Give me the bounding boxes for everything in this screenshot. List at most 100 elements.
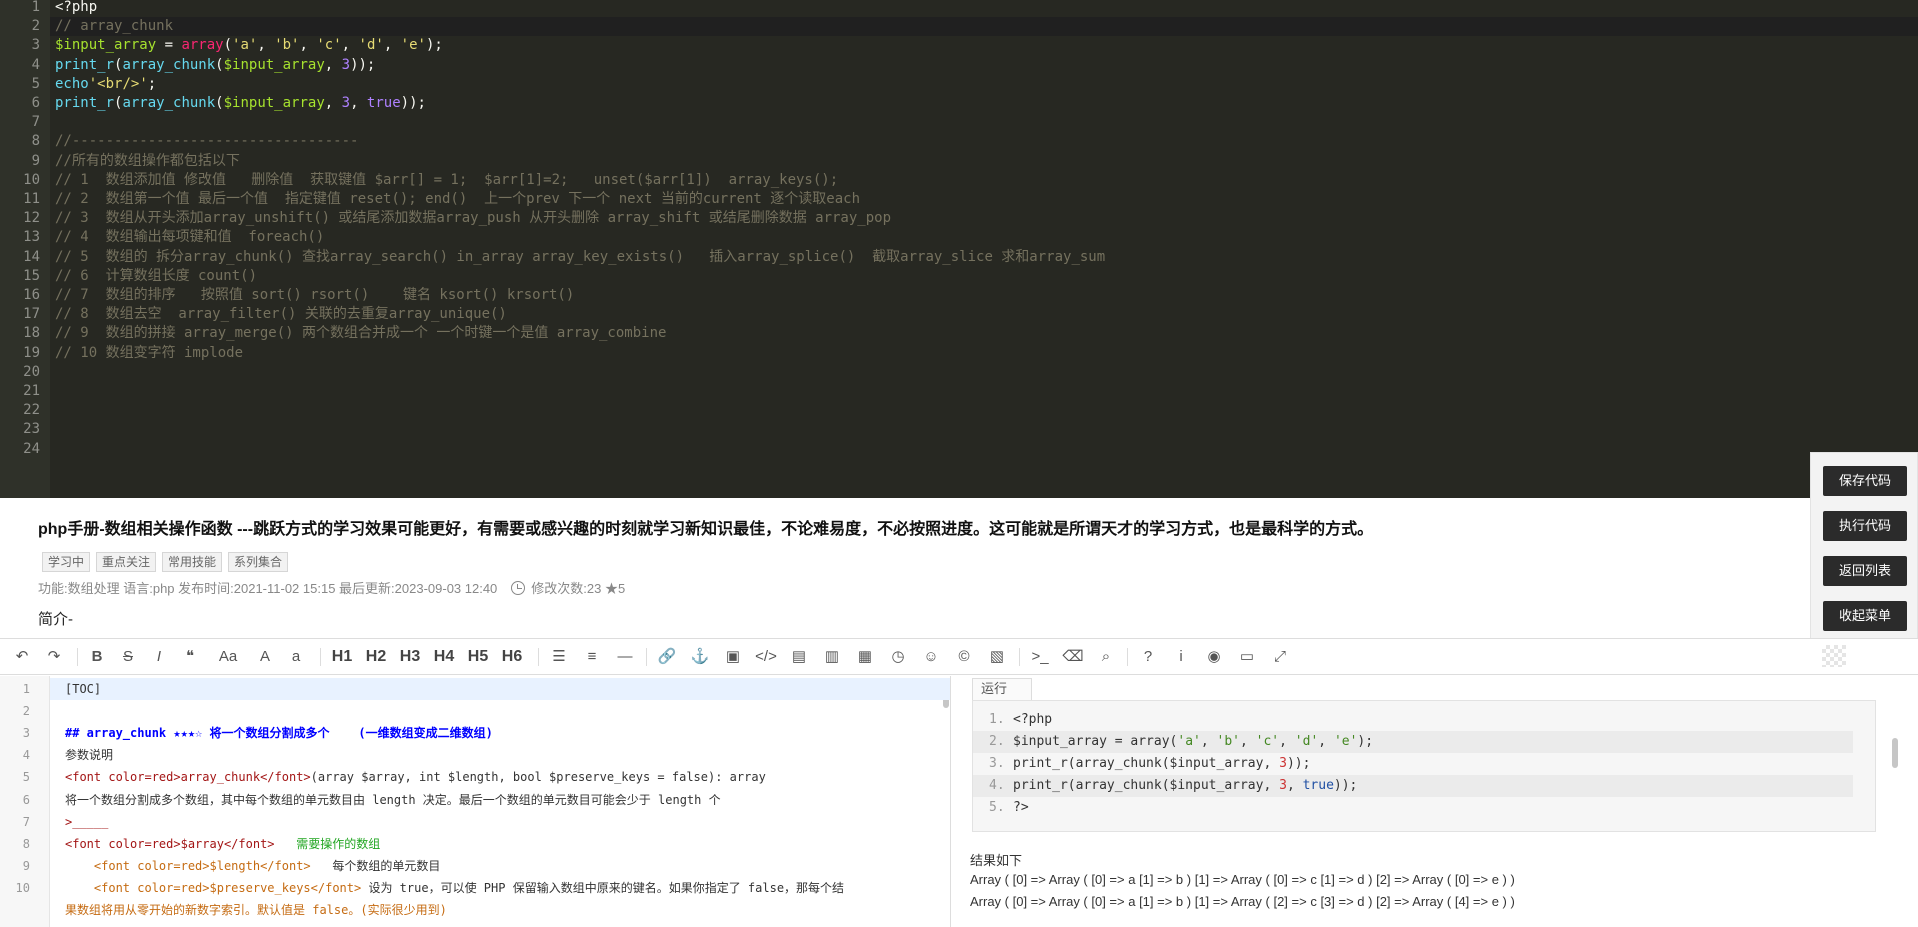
emoji-icon[interactable]: ☺: [920, 647, 942, 667]
info-icon[interactable]: i: [1170, 647, 1192, 667]
code-line[interactable]: // 2 数组第一个值 最后一个值 指定键值 reset(); end() 上一…: [55, 190, 860, 209]
uppercase-button[interactable]: Aa: [214, 647, 242, 667]
code-line[interactable]: // array_chunk: [50, 17, 1918, 37]
markdown-line[interactable]: <font color=red>array_chunk</font>(array…: [65, 766, 766, 788]
h2-button[interactable]: H2: [365, 647, 387, 667]
line-number: 6: [31, 95, 40, 111]
search-icon[interactable]: ⌕: [1095, 647, 1117, 667]
code-line[interactable]: // 8 数组去空 array_filter() 关联的去重复array_uni…: [55, 305, 507, 324]
fullscreen-icon[interactable]: ⤢: [1269, 647, 1291, 667]
tag-list: 学习中 重点关注 常用技能 系列集合: [42, 552, 289, 572]
back-to-list-button[interactable]: 返回列表: [1823, 556, 1907, 586]
markdown-line[interactable]: [TOC]: [50, 678, 950, 700]
copyright-icon[interactable]: ©: [953, 647, 975, 667]
run-tab[interactable]: 运行: [972, 678, 1032, 700]
markdown-line[interactable]: <font color=red>$preserve_keys</font> 设为…: [65, 877, 844, 899]
code-line[interactable]: echo'<br/>';: [55, 75, 156, 94]
line-number: 24: [23, 440, 40, 457]
markdown-line[interactable]: <font color=red>$length</font> 每个数组的单元数目: [65, 855, 440, 877]
markdown-line[interactable]: 将一个数组分割成多个数组，其中每个数组的单元数目由 length 决定。最后一个…: [65, 789, 721, 811]
code-line[interactable]: print_r(array_chunk($input_array, 3, tru…: [55, 94, 426, 113]
preview-code-line: 3. print_r(array_chunk($input_array, 3));: [989, 756, 1311, 771]
code-icon[interactable]: </>: [754, 647, 778, 667]
tag[interactable]: 系列集合: [228, 552, 289, 572]
line-number: 10: [23, 171, 40, 188]
italic-button[interactable]: I: [148, 647, 170, 667]
markdown-line[interactable]: 参数说明: [65, 744, 113, 766]
link-icon[interactable]: 🔗: [656, 647, 678, 667]
line-number: 22: [23, 402, 40, 419]
line-number: 7: [22, 814, 30, 829]
code-line[interactable]: // 10 数组变字符 implode: [55, 344, 243, 363]
lowercase-a-button[interactable]: a: [285, 647, 307, 667]
h1-button[interactable]: H1: [331, 647, 353, 667]
code-line[interactable]: <?php: [55, 0, 97, 17]
h3-button[interactable]: H3: [399, 647, 421, 667]
datetime-icon[interactable]: ◷: [887, 647, 909, 667]
code-line[interactable]: // 1 数组添加值 修改值 删除值 获取键值 $arr[] = 1; $arr…: [55, 171, 838, 190]
help-icon[interactable]: ?: [1137, 647, 1159, 667]
strikethrough-button[interactable]: S: [117, 647, 139, 667]
toolbar-divider: [1127, 648, 1128, 666]
line-number: 3: [31, 37, 40, 54]
code-editor[interactable]: 1 2 3 4 5 6 7 8 9 10 11 12 13 14 15 16 17 18 19 20 21 22 23 24 …: [0, 0, 1918, 498]
code-line[interactable]: // 3 数组从开头添加array_unshift() 或结尾添加数据array…: [55, 209, 891, 228]
pagebreak-icon[interactable]: ▧: [986, 647, 1008, 667]
markdown-line[interactable]: >_____: [65, 811, 108, 833]
anchor-icon[interactable]: ⚓: [689, 647, 711, 667]
preview-toggle-icon[interactable]: ◉: [1203, 647, 1225, 667]
code-line[interactable]: // 6 计算数组长度 count(): [55, 267, 257, 286]
terminal-icon[interactable]: >_: [1029, 647, 1051, 667]
code-block-icon[interactable]: ▥: [821, 647, 843, 667]
tag[interactable]: 学习中: [42, 552, 91, 572]
preview-code-line: 1. <?php: [989, 712, 1053, 727]
h6-button[interactable]: H6: [501, 647, 523, 667]
collapse-menu-button[interactable]: 收起菜单: [1823, 601, 1907, 631]
code-line[interactable]: // 9 数组的拼接 array_merge() 两个数组合并成一个 一个时键一…: [55, 324, 666, 343]
line-number: 11: [23, 191, 40, 207]
tag[interactable]: 重点关注: [96, 552, 157, 572]
eraser-icon[interactable]: ⌫: [1062, 647, 1084, 667]
redo-icon[interactable]: ↷: [43, 647, 65, 667]
scrollbar[interactable]: [1892, 738, 1898, 768]
line-number: 21: [23, 383, 40, 399]
line-number-gutter: 1 2 3 4 5 6 7 8 9 10: [0, 676, 50, 927]
toolbar-divider: [646, 648, 647, 666]
h5-button[interactable]: H5: [467, 647, 489, 667]
h4-button[interactable]: H4: [433, 647, 455, 667]
ordered-list-icon[interactable]: ≡: [581, 647, 603, 667]
line-number: 6: [22, 792, 30, 807]
horizontal-rule-icon[interactable]: —: [614, 647, 636, 667]
line-number: 17: [23, 306, 40, 323]
line-number: 2: [22, 704, 30, 719]
run-code-button[interactable]: 执行代码: [1823, 511, 1907, 541]
markdown-line[interactable]: 果数组将用从零开始的新数字索引。默认值是 false。(实际很少用到): [65, 899, 447, 921]
save-code-button[interactable]: 保存代码: [1823, 466, 1907, 496]
code-line[interactable]: // 5 数组的 拆分array_chunk() 查找array_search(…: [55, 248, 1105, 267]
tag[interactable]: 常用技能: [162, 552, 223, 572]
bold-button[interactable]: B: [86, 647, 108, 667]
unordered-list-icon[interactable]: ☰: [548, 647, 570, 667]
markdown-editor[interactable]: 1 2 3 4 5 6 7 8 9 10 [TOC] ## array_chunk ★★★☆ 将一个…: [0, 676, 951, 927]
line-number: 9: [22, 858, 30, 873]
code-line[interactable]: //----------------------------------: [55, 132, 358, 151]
quote-icon[interactable]: ❝: [179, 647, 201, 667]
desktop-icon[interactable]: ▭: [1236, 647, 1258, 667]
code-line[interactable]: // 4 数组输出每项键和值 foreach(): [55, 228, 324, 247]
toolbar-divider: [320, 648, 321, 666]
markdown-line[interactable]: ## array_chunk ★★★☆ 将一个数组分割成多个 (一维数组变成二维…: [65, 722, 493, 744]
code-line[interactable]: //所有的数组操作都包括以下: [55, 152, 240, 171]
code-line[interactable]: // 7 数组的排序 按照值 sort() rsort() 键名 ksort()…: [55, 286, 574, 305]
markdown-line[interactable]: <font color=red>$array</font> 需要操作的数组: [65, 833, 380, 855]
uppercase-a-button[interactable]: A: [254, 647, 276, 667]
image-icon[interactable]: ▣: [722, 647, 744, 667]
code-line[interactable]: print_r(array_chunk($input_array, 3));: [55, 56, 375, 75]
line-number: 13: [23, 229, 40, 246]
code-file-icon[interactable]: ▤: [788, 647, 810, 667]
line-number: 1: [31, 0, 40, 15]
toolbar-divider: [538, 648, 539, 666]
result-output: Array ( [0] => Array ( [0] => a [1] => b…: [970, 894, 1515, 909]
table-icon[interactable]: ▦: [854, 647, 876, 667]
undo-icon[interactable]: ↶: [11, 647, 33, 667]
code-line[interactable]: $input_array = array('a', 'b', 'c', 'd',…: [55, 36, 443, 55]
